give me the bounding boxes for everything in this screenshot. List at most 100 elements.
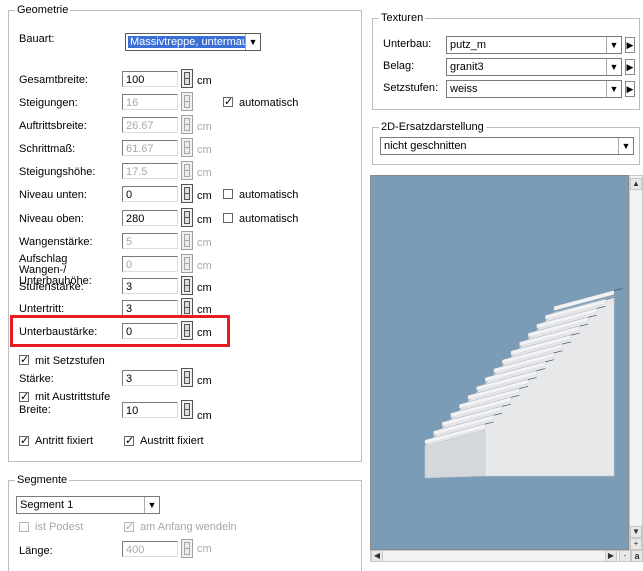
laenge-label: Länge: — [19, 545, 53, 557]
unterbau-label: Unterbau: — [383, 38, 432, 50]
geometrie-row-unit: cm — [197, 214, 212, 226]
laenge-spinner[interactable] — [181, 539, 193, 558]
geometrie-row-spinner[interactable] — [181, 92, 193, 111]
setzstufen-textur-value: weiss — [450, 83, 478, 95]
chevron-down-icon[interactable]: ▼ — [245, 34, 260, 50]
geometrie-row-spinner[interactable] — [181, 254, 193, 273]
setzstufen-textur-select[interactable]: weiss ▼ — [446, 80, 622, 98]
ist-podest-label: ist Podest — [35, 521, 84, 533]
geometrie-row-input[interactable]: 3 — [122, 278, 178, 294]
bauart-label: Bauart: — [19, 33, 55, 45]
geometrie-row-unit: cm — [197, 167, 212, 179]
horizontal-scrollbar[interactable]: ◀ ▶ — [370, 550, 629, 562]
belag-label: Belag: — [383, 60, 415, 72]
belag-value: granit3 — [450, 61, 484, 73]
scroll-left-button[interactable]: ◀ — [371, 550, 383, 562]
geometrie-row-label: Steigungen: — [19, 97, 78, 109]
breite-label: Breite: — [19, 404, 51, 416]
geometrie-row-label: Wangenstärke: — [19, 236, 93, 248]
geometrie-row-label: Steigungshöhe: — [19, 166, 96, 178]
geometrie-title: Geometrie — [15, 3, 71, 17]
segment-select[interactable]: Segment 1 ▼ — [16, 496, 160, 514]
staircase-preview — [424, 288, 623, 479]
setzstufen-next-button[interactable]: ▶ — [625, 81, 635, 97]
geometrie-row-label: Auftrittsbreite: — [19, 120, 87, 132]
ersatz-select[interactable]: nicht geschnitten ▼ — [380, 137, 634, 155]
chevron-down-icon[interactable]: ▼ — [144, 497, 159, 513]
geometrie-row-input[interactable]: 0 — [122, 256, 178, 272]
geometrie-row-unit: cm — [197, 260, 212, 272]
geometrie-row-input[interactable]: 17.5 — [122, 163, 178, 179]
geometrie-row-input[interactable]: 26.67 — [122, 117, 178, 133]
antritt-fixiert-checkbox[interactable]: ✓ — [19, 436, 29, 447]
breite-input[interactable]: 10 — [122, 402, 178, 418]
setzstufen-textur-label: Setzstufen: — [383, 82, 439, 94]
segment-value: Segment 1 — [20, 499, 74, 511]
bauart-select[interactable]: Massivtreppe, untermau ▼ — [125, 33, 261, 51]
ersatz-title: 2D-Ersatzdarstellung — [379, 120, 486, 134]
ist-podest-checkbox[interactable] — [19, 522, 29, 532]
scroll-corner-button[interactable]: a — [631, 550, 643, 562]
geometrie-row-spinner[interactable] — [181, 115, 193, 134]
geometrie-row-input[interactable]: 0 — [122, 186, 178, 202]
laenge-input[interactable]: 400 — [122, 541, 178, 557]
unterbau-select[interactable]: putz_m ▼ — [446, 36, 622, 54]
unterbau-next-button[interactable]: ▶ — [625, 37, 635, 53]
steigungen-automatisch-label: automatisch — [239, 97, 299, 109]
am-anfang-wendeln-checkbox[interactable]: ✓ — [124, 522, 134, 533]
geometrie-row-input[interactable]: 100 — [122, 71, 178, 87]
austrittstufe-checkbox[interactable]: ✓ — [19, 392, 29, 403]
geometrie-row-unit: cm — [197, 237, 212, 249]
geometrie-row-input[interactable]: 280 — [122, 210, 178, 226]
antritt-fixiert-label: Antritt fixiert — [35, 435, 94, 447]
scroll-down-button[interactable]: ▼ — [630, 526, 642, 538]
preview-viewport[interactable] — [370, 175, 629, 550]
staerke-label: Stärke: — [19, 373, 54, 385]
breite-spinner[interactable] — [181, 400, 193, 419]
niveau-unten-automatisch-label: automatisch — [239, 189, 299, 201]
niveau-oben-automatisch-label: automatisch — [239, 213, 299, 225]
geometrie-row-input[interactable]: 61.67 — [122, 140, 178, 156]
chevron-down-icon[interactable]: ▼ — [606, 37, 621, 53]
geometrie-row-spinner[interactable] — [181, 69, 193, 88]
ersatz-value: nicht geschnitten — [384, 140, 467, 152]
unterbaustaerke-highlight — [10, 315, 230, 347]
vertical-scrollbar[interactable]: ▲ ▼ — [629, 175, 643, 550]
chevron-down-icon[interactable]: ▼ — [606, 59, 621, 75]
niveau-unten-automatisch-checkbox[interactable] — [223, 189, 233, 199]
geometrie-row-spinner[interactable] — [181, 208, 193, 227]
scroll-up-button[interactable]: ▲ — [630, 178, 642, 190]
segmente-title: Segmente — [15, 473, 70, 487]
bauart-value: Massivtreppe, untermau — [128, 36, 250, 48]
geometrie-row-spinner[interactable] — [181, 231, 193, 250]
chevron-down-icon[interactable]: ▼ — [618, 138, 633, 154]
chevron-down-icon[interactable]: ▼ — [606, 81, 621, 97]
geometrie-row-unit: cm — [197, 190, 212, 202]
belag-select[interactable]: granit3 ▼ — [446, 58, 622, 76]
breite-unit: cm — [197, 410, 212, 422]
austritt-fixiert-checkbox[interactable]: ✓ — [124, 436, 134, 447]
steigungen-automatisch-checkbox[interactable]: ✓ — [223, 97, 233, 108]
staerke-spinner[interactable] — [181, 368, 193, 387]
geometrie-row-label: Gesamtbreite: — [19, 74, 89, 86]
geometrie-row-unit: cm — [197, 75, 212, 87]
geometrie-row-label: Stufenstärke: — [19, 281, 84, 293]
scroll-plus-button[interactable]: + — [630, 538, 642, 550]
geometrie-row-spinner[interactable] — [181, 276, 193, 295]
geometrie-row-input[interactable]: 5 — [122, 233, 178, 249]
geometrie-row-input[interactable]: 16 — [122, 94, 178, 110]
geometrie-row-spinner[interactable] — [181, 184, 193, 203]
geometrie-row-unit: cm — [197, 121, 212, 133]
geometrie-row-label: Schrittmaß: — [19, 143, 76, 155]
geometrie-row-spinner[interactable] — [181, 161, 193, 180]
austrittstufe-label: mit Austrittstufe — [35, 391, 111, 403]
am-anfang-wendeln-label: am Anfang wendeln — [140, 521, 237, 533]
geometrie-row-input[interactable]: 3 — [122, 300, 178, 316]
scroll-minus-button[interactable]: - — [619, 550, 631, 562]
scroll-right-button[interactable]: ▶ — [605, 550, 617, 562]
belag-next-button[interactable]: ▶ — [625, 59, 635, 75]
staerke-input[interactable]: 3 — [122, 370, 178, 386]
geometrie-row-spinner[interactable] — [181, 138, 193, 157]
setzstufen-checkbox[interactable]: ✓ — [19, 355, 29, 366]
niveau-oben-automatisch-checkbox[interactable] — [223, 213, 233, 223]
